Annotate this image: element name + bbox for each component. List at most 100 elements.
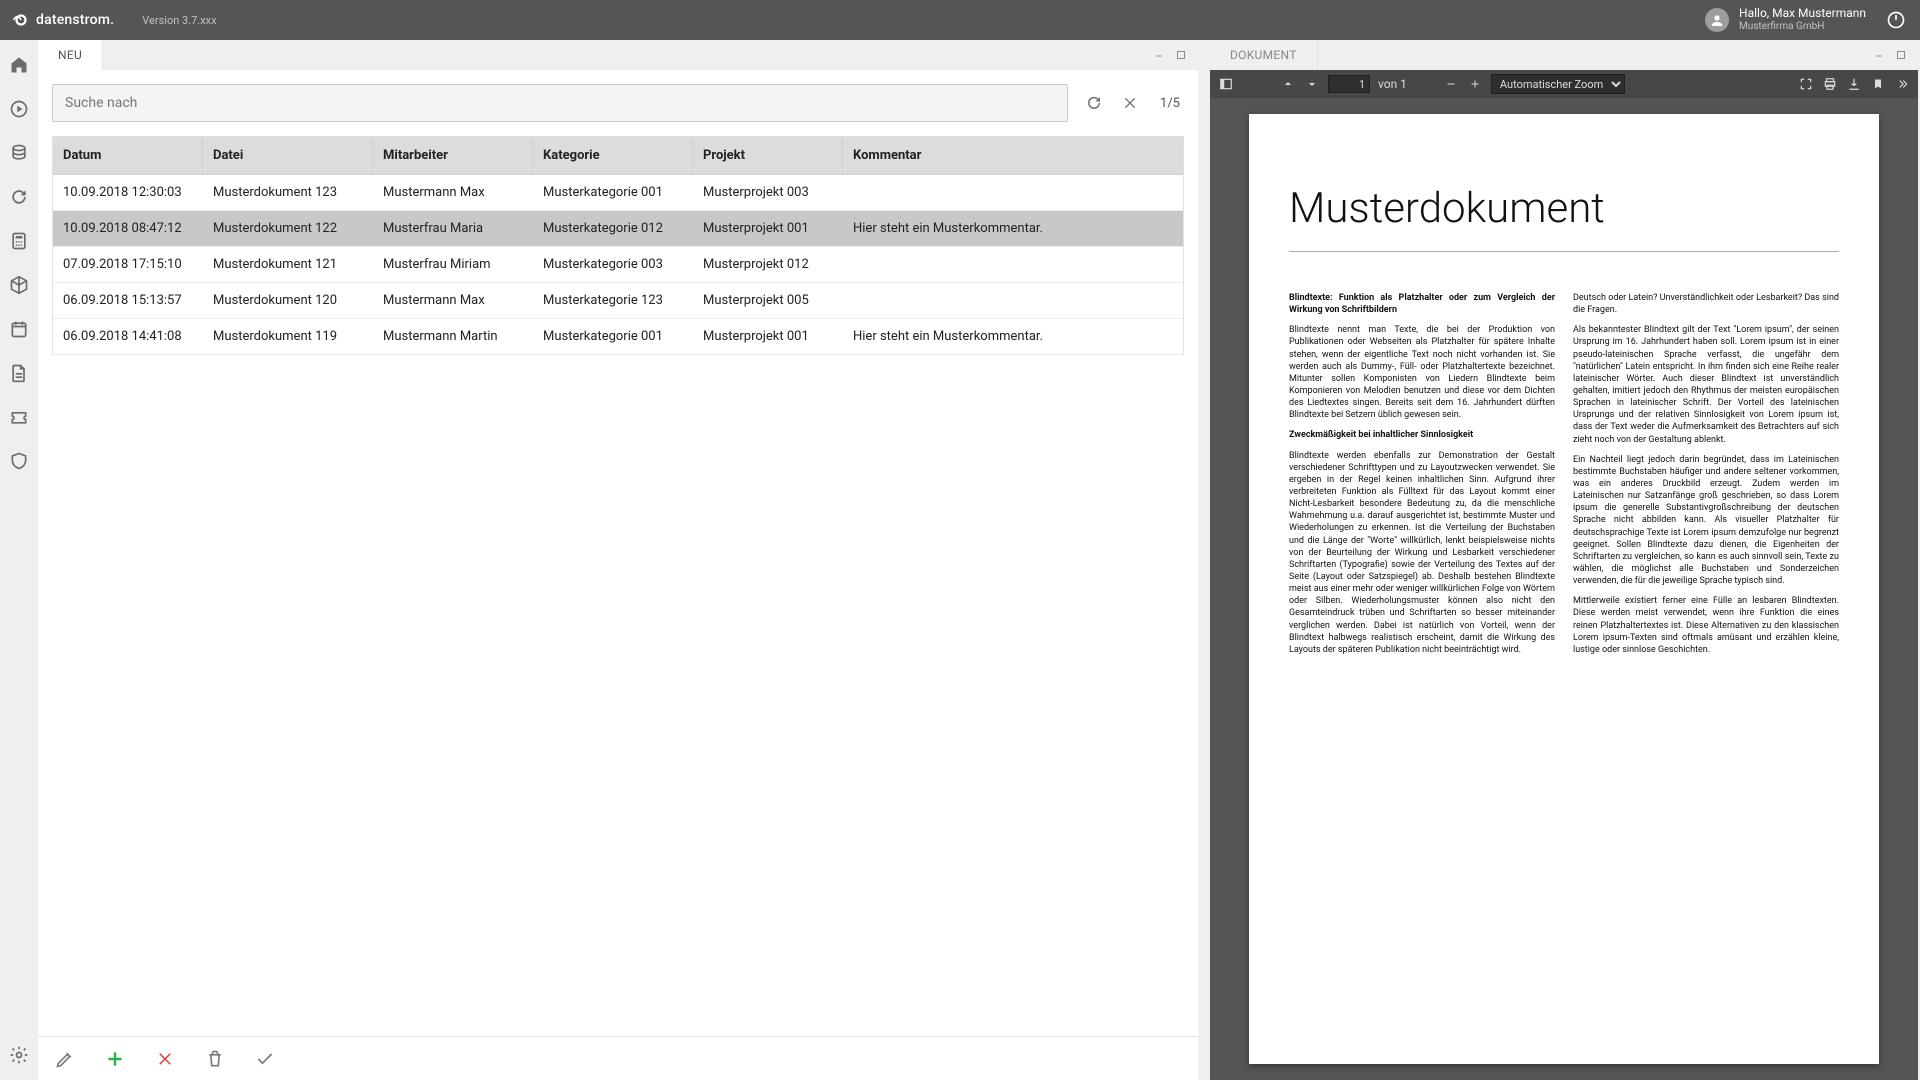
cell-employee: Mustermann Max — [373, 175, 533, 211]
cell-comment — [843, 175, 1183, 211]
cell-date: 06.09.2018 14:41:08 — [53, 319, 203, 355]
pdf-page: Musterdokument Blindtexte: Funktion als … — [1249, 114, 1879, 1064]
remove-button[interactable] — [154, 1048, 176, 1070]
pdf-bookmark[interactable] — [1870, 76, 1886, 92]
cell-file: Musterdokument 123 — [203, 175, 373, 211]
table-row[interactable]: 06.09.2018 14:41:08Musterdokument 119Mus… — [53, 319, 1183, 355]
cell-project: Musterprojekt 001 — [693, 319, 843, 355]
cell-category: Musterkategorie 003 — [533, 247, 693, 283]
sidebar-item-run[interactable] — [8, 98, 30, 120]
pdf-fullscreen[interactable] — [1798, 76, 1814, 92]
sidebar-item-tickets[interactable] — [8, 406, 30, 428]
cell-project: Musterprojekt 005 — [693, 283, 843, 319]
cell-project: Musterprojekt 001 — [693, 211, 843, 247]
brand: datenstrom. — [12, 11, 114, 29]
panel-maximize-icon[interactable] — [1174, 48, 1188, 62]
tab-dokument[interactable]: DOKUMENT — [1210, 40, 1318, 70]
result-count: 1/5 — [1160, 96, 1180, 111]
sidebar-item-documents[interactable] — [8, 362, 30, 384]
footer-actions — [38, 1036, 1198, 1080]
cell-file: Musterdokument 120 — [203, 283, 373, 319]
cell-date: 07.09.2018 17:15:10 — [53, 247, 203, 283]
panel-maximize-icon[interactable] — [1894, 48, 1908, 62]
sidebar-item-inventory[interactable] — [8, 274, 30, 296]
confirm-button[interactable] — [254, 1048, 276, 1070]
pdf-print[interactable] — [1822, 76, 1838, 92]
delete-button[interactable] — [204, 1048, 226, 1070]
doc-body: Blindtexte: Funktion als Platzhalter ode… — [1289, 292, 1839, 664]
pdf-canvas[interactable]: Musterdokument Blindtexte: Funktion als … — [1210, 98, 1918, 1080]
cell-date: 10.09.2018 08:47:12 — [53, 211, 203, 247]
cell-date: 06.09.2018 15:13:57 — [53, 283, 203, 319]
th-employee[interactable]: Mitarbeiter — [373, 137, 533, 175]
pdf-zoom-select[interactable]: Automatischer Zoom — [1491, 74, 1625, 94]
pdf-sidebar-toggle[interactable] — [1218, 76, 1234, 92]
doc-heading: Blindtexte: Funktion als Platzhalter ode… — [1289, 293, 1555, 315]
user-menu[interactable]: Hallo, Max Mustermann Musterfirma GmbH — [1705, 7, 1866, 32]
cell-employee: Musterfrau Miriam — [373, 247, 533, 283]
cell-comment: Hier steht ein Musterkommentar. — [843, 211, 1183, 247]
table-row[interactable]: 10.09.2018 08:47:12Musterdokument 122Mus… — [53, 211, 1183, 247]
sidebar-item-sync[interactable] — [8, 186, 30, 208]
topbar: datenstrom. Version 3.7.xxx Hallo, Max M… — [0, 0, 1920, 40]
pdf-zoom-out[interactable] — [1443, 76, 1459, 92]
brand-logo-icon — [12, 11, 30, 29]
table-header: Datum Datei Mitarbeiter Kategorie Projek… — [53, 137, 1183, 175]
table-row[interactable]: 06.09.2018 15:13:57Musterdokument 120Mus… — [53, 283, 1183, 319]
tabs-left: NEU — [38, 40, 1198, 70]
th-category[interactable]: Kategorie — [533, 137, 693, 175]
panel-document: DOKUMENT von 1 — [1210, 40, 1918, 1080]
cell-category: Musterkategorie 123 — [533, 283, 693, 319]
cell-employee: Mustermann Max — [373, 283, 533, 319]
cell-employee: Mustermann Martin — [373, 319, 533, 355]
cell-comment — [843, 247, 1183, 283]
version-label: Version 3.7.xxx — [142, 14, 216, 27]
doc-paragraph: Deutsch oder Latein? Unverständlichkeit … — [1573, 292, 1839, 316]
logout-button[interactable] — [1884, 8, 1908, 32]
avatar-icon — [1705, 8, 1729, 32]
pdf-prev-page[interactable] — [1280, 76, 1296, 92]
add-button[interactable] — [104, 1048, 126, 1070]
pdf-next-page[interactable] — [1304, 76, 1320, 92]
th-file[interactable]: Datei — [203, 137, 373, 175]
clear-search-button[interactable] — [1120, 93, 1140, 113]
cell-date: 10.09.2018 12:30:03 — [53, 175, 203, 211]
tab-neu[interactable]: NEU — [38, 40, 103, 70]
refresh-button[interactable] — [1084, 93, 1104, 113]
sidebar-item-home[interactable] — [8, 54, 30, 76]
sidebar-item-calc[interactable] — [8, 230, 30, 252]
th-date[interactable]: Datum — [53, 137, 203, 175]
sidebar-item-security[interactable] — [8, 450, 30, 472]
pdf-page-input[interactable] — [1328, 75, 1370, 93]
user-company: Musterfirma GmbH — [1739, 21, 1866, 33]
sidebar-item-data[interactable] — [8, 142, 30, 164]
brand-name: datenstrom. — [36, 12, 114, 28]
doc-paragraph: Mittlerweile existiert ferner eine Fülle… — [1573, 595, 1839, 656]
tabs-right: DOKUMENT — [1210, 40, 1918, 70]
doc-paragraph: Ein Nachteil liegt jedoch darin begründe… — [1573, 454, 1839, 588]
pdf-zoom-in[interactable] — [1467, 76, 1483, 92]
doc-heading: Zweckmäßigkeit bei inhaltlicher Sinnlosi… — [1289, 430, 1473, 440]
panel-collapse-icon[interactable] — [1154, 48, 1168, 62]
panel-collapse-icon[interactable] — [1874, 48, 1888, 62]
pdf-toolbar: von 1 Automatischer Zoom — [1210, 70, 1918, 98]
search-input[interactable] — [52, 84, 1068, 122]
cell-file: Musterdokument 119 — [203, 319, 373, 355]
sidebar-item-calendar[interactable] — [8, 318, 30, 340]
pdf-more[interactable] — [1894, 76, 1910, 92]
th-comment[interactable]: Kommentar — [843, 137, 1183, 175]
pdf-viewer: von 1 Automatischer Zoom — [1210, 70, 1918, 1080]
pdf-page-of: von 1 — [1378, 77, 1407, 91]
cell-employee: Musterfrau Maria — [373, 211, 533, 247]
cell-category: Musterkategorie 012 — [533, 211, 693, 247]
th-project[interactable]: Projekt — [693, 137, 843, 175]
table-row[interactable]: 07.09.2018 17:15:10Musterdokument 121Mus… — [53, 247, 1183, 283]
edit-button[interactable] — [54, 1048, 76, 1070]
cell-project: Musterprojekt 003 — [693, 175, 843, 211]
cell-comment: Hier steht ein Musterkommentar. — [843, 319, 1183, 355]
table-row[interactable]: 10.09.2018 12:30:03Musterdokument 123Mus… — [53, 175, 1183, 211]
sidebar-item-settings[interactable] — [8, 1044, 30, 1066]
panel-list: NEU 1/5 Datum Datei — [38, 40, 1198, 1080]
pdf-download[interactable] — [1846, 76, 1862, 92]
sidebar — [0, 40, 38, 1080]
